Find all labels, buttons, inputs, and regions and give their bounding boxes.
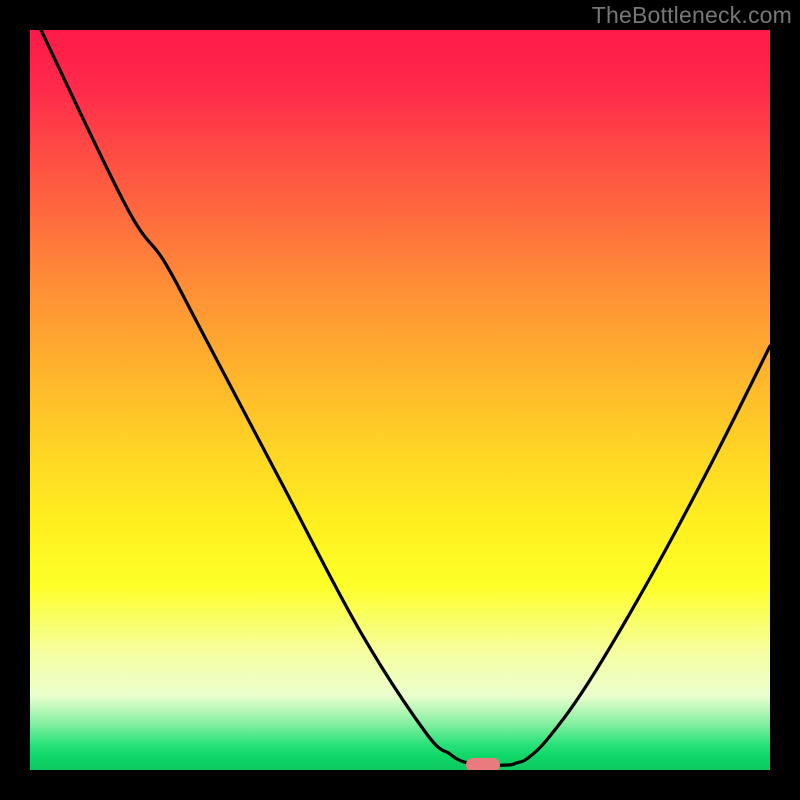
chart-frame: TheBottleneck.com [0,0,800,800]
bottleneck-curve [30,30,770,770]
plot-area [30,30,770,770]
watermark-text: TheBottleneck.com [592,2,792,29]
optimal-point-marker [466,758,500,770]
